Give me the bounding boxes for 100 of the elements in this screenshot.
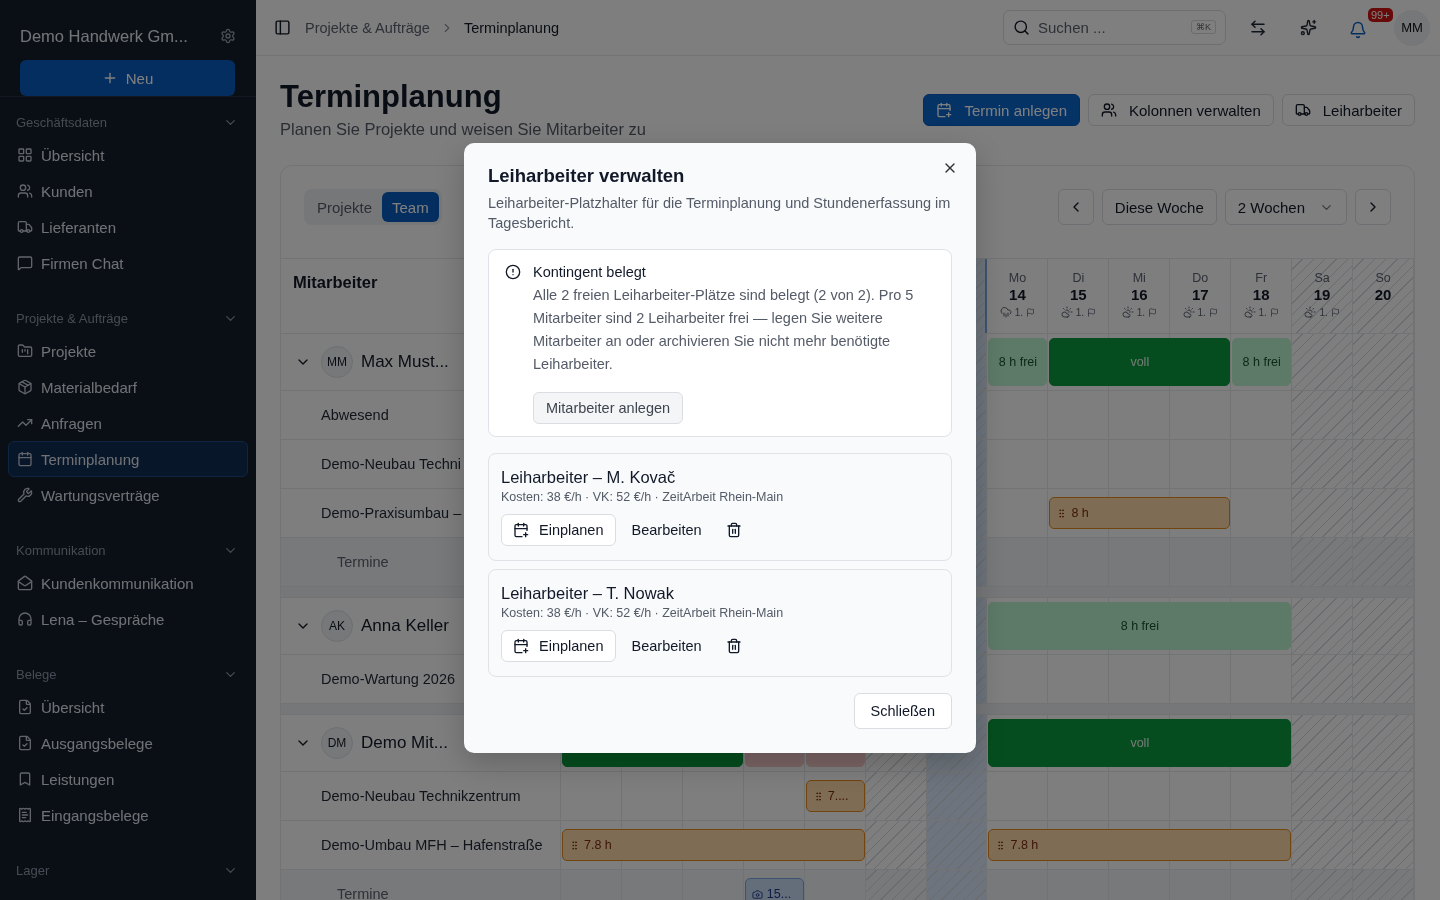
breadcrumb-link[interactable]: Projekte & Aufträge	[305, 19, 430, 36]
section-title[interactable]: Geschäftsdaten	[16, 114, 108, 130]
sidebar-item[interactable]: Wartungsverträge	[8, 477, 248, 513]
sun-cloud-icon	[1121, 306, 1134, 318]
sidebar-item[interactable]: Firmen Chat	[8, 245, 248, 281]
bell-icon	[1349, 20, 1367, 39]
page-subtitle: Planen Sie Projekte und weisen Sie Mitarbeiter zu	[280, 120, 646, 139]
flag-icon	[1087, 307, 1097, 317]
weekday-label: Mi	[1132, 271, 1146, 285]
dialog-title: Leiharbeiter verwalten	[488, 167, 686, 185]
bar-label: 8 h	[1071, 506, 1089, 520]
project-label: Demo-Umbau MFH – Hafenstraße	[321, 837, 543, 853]
bar-label: 15...	[766, 887, 792, 900]
sidebar-item[interactable]: Terminplanung	[8, 441, 248, 477]
calendar-plus-icon	[513, 522, 529, 538]
flag-icon	[1208, 307, 1218, 317]
view-tab[interactable]: Projekte	[307, 192, 383, 222]
sun-cloud-icon	[1182, 306, 1195, 318]
close-dialog-button[interactable]: Schließen	[853, 693, 952, 729]
project-label: Demo-Neubau Techni	[321, 456, 461, 472]
dialog-description: Leiharbeiter-Platzhalter für die Terminplanung und Stundenerfassung im Tagesbericht.	[488, 194, 952, 233]
weekday-label: Di	[1072, 271, 1085, 285]
next-button[interactable]	[1355, 189, 1391, 225]
hours-bar[interactable]: 7.8 h	[988, 829, 1292, 861]
sidebar-toggle-icon[interactable]	[274, 19, 291, 36]
action-button[interactable]: Leiharbeiter	[1281, 94, 1415, 126]
sparkles-icon	[1299, 19, 1317, 36]
action-button[interactable]: Termin anlegen	[923, 94, 1080, 126]
view-tab[interactable]: Team	[382, 192, 439, 222]
sidebar-item[interactable]: Ausgangsbelege	[8, 725, 248, 761]
sidebar-item[interactable]: Übersicht	[8, 689, 248, 725]
sidebar-item[interactable]: Kundenkommunikation	[8, 565, 248, 601]
employee-avatar: MM	[321, 346, 353, 378]
full-bar[interactable]: voll	[988, 719, 1292, 767]
box-icon	[17, 379, 33, 395]
shortcut-hint: ⌘K	[1191, 20, 1216, 34]
hours-bar[interactable]: 7.8 h	[562, 829, 865, 861]
weather-value: 1.	[1258, 306, 1267, 318]
flag-icon	[1148, 307, 1157, 317]
sidebar-item[interactable]: Lieferanten	[8, 209, 248, 245]
employee-avatar: AK	[321, 610, 353, 642]
alert-icon	[505, 264, 521, 280]
free-bar[interactable]: 8 h frei	[988, 602, 1292, 650]
sidebar-item[interactable]: Leistungen	[8, 761, 248, 797]
sidebar-item[interactable]: Lena – Gespräche	[8, 601, 248, 637]
section-title[interactable]: Kommunikation	[16, 542, 106, 558]
date-label: 14	[1009, 286, 1026, 303]
settings-icon[interactable]	[220, 28, 236, 44]
schedule-button[interactable]: Einplanen	[501, 514, 616, 546]
user-avatar[interactable]: MM	[1394, 9, 1430, 46]
weekday-label: Fr	[1255, 271, 1268, 285]
arrows-icon	[1249, 18, 1267, 37]
section-title[interactable]: Projekte & Aufträge	[16, 310, 128, 326]
weather-value: 1.	[1075, 306, 1085, 318]
previous-button[interactable]	[1057, 189, 1094, 225]
users-icon	[1101, 102, 1117, 118]
edit-button[interactable]: Bearbeiten	[623, 630, 710, 662]
mail-icon	[17, 575, 33, 591]
drag-handle-icon[interactable]	[569, 839, 580, 851]
company-name[interactable]: Demo Handwerk Gm...	[20, 26, 188, 46]
breadcrumb-link[interactable]: Terminplanung	[463, 19, 560, 36]
sidebar-item[interactable]: Übersicht	[8, 137, 248, 173]
sidebar-item[interactable]: Kunden	[8, 173, 248, 209]
schedule-button[interactable]: Einplanen	[501, 630, 616, 662]
sidebar-item[interactable]: Projekte	[8, 333, 248, 369]
receipt-icon	[17, 807, 33, 823]
appointment-bar[interactable]: 15...	[744, 878, 804, 900]
free-bar[interactable]: 8 h frei	[988, 338, 1048, 386]
chat-icon	[17, 255, 33, 271]
weekday-label: Sa	[1314, 271, 1330, 285]
edit-button[interactable]: Bearbeiten	[623, 514, 710, 546]
date-label: 16	[1130, 286, 1148, 303]
sidebar-item[interactable]: Eingangsbelege	[8, 797, 248, 833]
sidebar-item[interactable]: Materialbedarf	[8, 369, 248, 405]
weekday-label: Mo	[1008, 271, 1027, 285]
weather-value: 1.	[1136, 306, 1145, 318]
section-title[interactable]: Lager	[16, 862, 50, 878]
add-employee-button[interactable]: Mitarbeiter anlegen	[533, 392, 684, 424]
action-button[interactable]: Kolonnen verwalten	[1088, 94, 1274, 126]
trash-icon	[725, 522, 742, 538]
bookmark-icon	[17, 771, 33, 787]
weekday-label: Do	[1192, 271, 1209, 285]
search-icon	[1013, 19, 1030, 36]
section-title[interactable]: Belege	[16, 666, 57, 682]
this-week-button[interactable]: Diese Woche	[1101, 189, 1217, 225]
new-button[interactable]: Neu	[20, 60, 235, 96]
range-select[interactable]: 2 Wochen	[1224, 189, 1347, 225]
calendar-icon	[17, 451, 33, 467]
wrench-icon	[17, 487, 33, 503]
full-bar[interactable]: voll	[1049, 338, 1231, 386]
date-label: 17	[1191, 286, 1209, 303]
folder-icon	[17, 343, 33, 359]
bar-label: 7.8 h	[584, 838, 612, 852]
free-bar[interactable]: 8 h frei	[1232, 338, 1292, 386]
date-label: 19	[1313, 286, 1331, 303]
bar-label: 7....	[827, 789, 849, 803]
sidebar-item[interactable]: Anfragen	[8, 405, 248, 441]
hours-bar[interactable]: 8 h	[1049, 497, 1231, 529]
hours-bar[interactable]: 7....	[805, 780, 865, 812]
project-label: Demo-Neubau Technikzentrum	[321, 788, 521, 804]
